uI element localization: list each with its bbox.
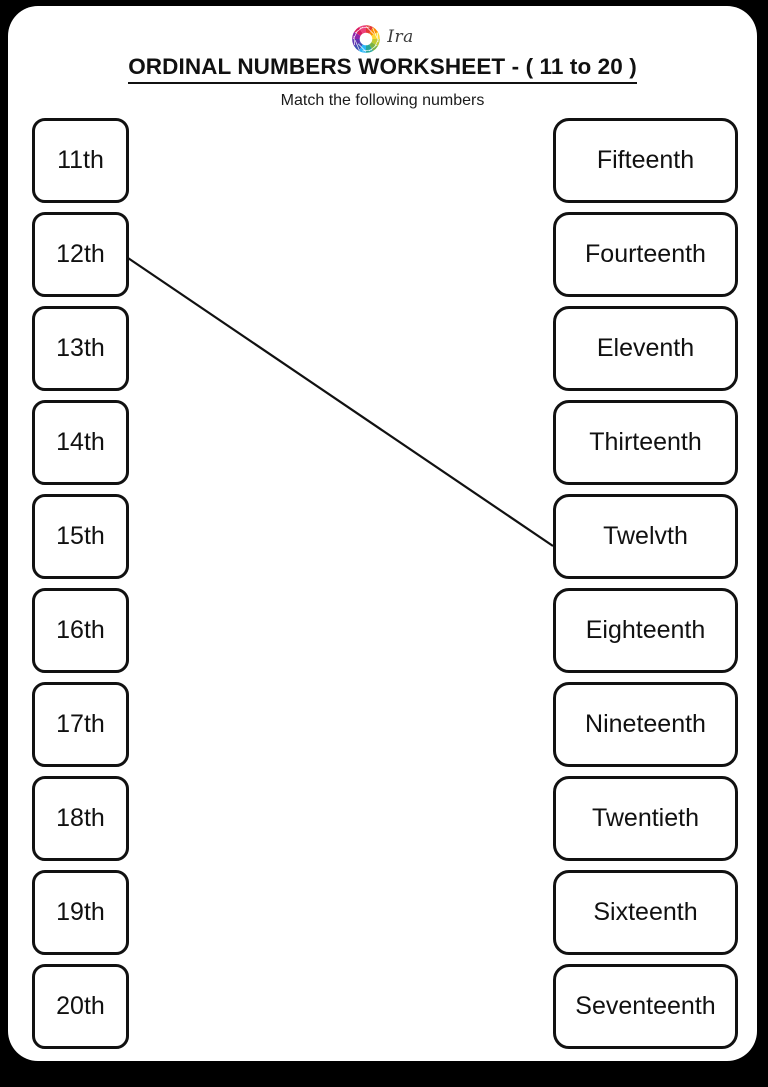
brand-header: Ira xyxy=(8,20,757,58)
color-wheel-aperture-logo-icon xyxy=(352,25,381,53)
page-subtitle: Match the following numbers xyxy=(280,92,485,109)
ordinal-word-card[interactable]: Thirteenth xyxy=(553,400,738,485)
ordinal-number-card[interactable]: 12th xyxy=(32,212,129,297)
ordinal-word-label: Fifteenth xyxy=(596,146,695,174)
ordinal-word-label: Sixteenth xyxy=(593,898,698,926)
ordinal-number-card[interactable]: 15th xyxy=(32,494,129,579)
ordinal-number-label: 16th xyxy=(56,616,105,644)
match-line xyxy=(127,257,554,547)
ordinal-word-card[interactable]: Sixteenth xyxy=(553,870,738,955)
brand-name: Ira xyxy=(387,26,414,47)
ordinal-word-label: Nineteenth xyxy=(585,710,706,738)
ordinal-word-label: Seventeenth xyxy=(575,992,716,1020)
ordinal-word-card[interactable]: Fifteenth xyxy=(553,118,738,203)
ordinal-number-card[interactable]: 20th xyxy=(32,964,129,1049)
ordinal-word-card[interactable]: Seventeenth xyxy=(553,964,738,1049)
ordinal-number-card[interactable]: 16th xyxy=(32,588,129,673)
ordinal-number-label: 11th xyxy=(57,146,104,174)
ordinal-word-card[interactable]: Fourteenth xyxy=(553,212,738,297)
ordinal-number-label: 20th xyxy=(56,992,105,1020)
worksheet-page: Ira ORDINAL NUMBERS WORKSHEET - ( 11 to … xyxy=(8,6,757,1061)
ordinal-number-card[interactable]: 14th xyxy=(32,400,129,485)
ordinal-number-card[interactable]: 17th xyxy=(32,682,129,767)
ordinal-word-label: Twentieth xyxy=(591,804,699,832)
ordinal-number-label: 13th xyxy=(56,334,105,362)
ordinal-word-card[interactable]: Twelvth xyxy=(553,494,738,579)
ordinal-word-card[interactable]: Eighteenth xyxy=(553,588,738,673)
page-title: ORDINAL NUMBERS WORKSHEET - ( 11 to 20 ) xyxy=(8,54,757,84)
ordinal-number-label: 14th xyxy=(56,428,105,456)
ordinal-word-label: Fourteenth xyxy=(585,240,706,268)
ordinal-number-card[interactable]: 13th xyxy=(32,306,129,391)
ordinal-word-card[interactable]: Nineteenth xyxy=(553,682,738,767)
ordinal-word-label: Thirteenth xyxy=(589,428,702,456)
right-column: Fifteenth Fourteenth Eleventh Thirteenth Twe… xyxy=(553,118,738,1058)
ordinal-word-card[interactable]: Eleventh xyxy=(553,306,738,391)
ordinal-word-label: Eighteenth xyxy=(585,616,706,644)
ordinal-number-card[interactable]: 19th xyxy=(32,870,129,955)
ordinal-number-label: 12th xyxy=(56,240,105,268)
ordinal-number-card[interactable]: 18th xyxy=(32,776,129,861)
ordinal-number-label: 15th xyxy=(56,522,105,550)
ordinal-number-label: 18th xyxy=(56,804,105,832)
ordinal-number-label: 19th xyxy=(56,898,105,926)
left-column: 11th 12th 13th 14th 15th 16th 17th 18th 19th 20th xyxy=(32,118,129,1058)
page-title-text: ORDINAL NUMBERS WORKSHEET - ( 11 to 20 ) xyxy=(128,54,637,84)
ordinal-word-label: Twelvth xyxy=(603,522,688,550)
ordinal-number-label: 17th xyxy=(56,710,105,738)
ordinal-word-card[interactable]: Twentieth xyxy=(553,776,738,861)
ordinal-word-label: Eleventh xyxy=(596,334,695,362)
ordinal-number-card[interactable]: 11th xyxy=(32,118,129,203)
